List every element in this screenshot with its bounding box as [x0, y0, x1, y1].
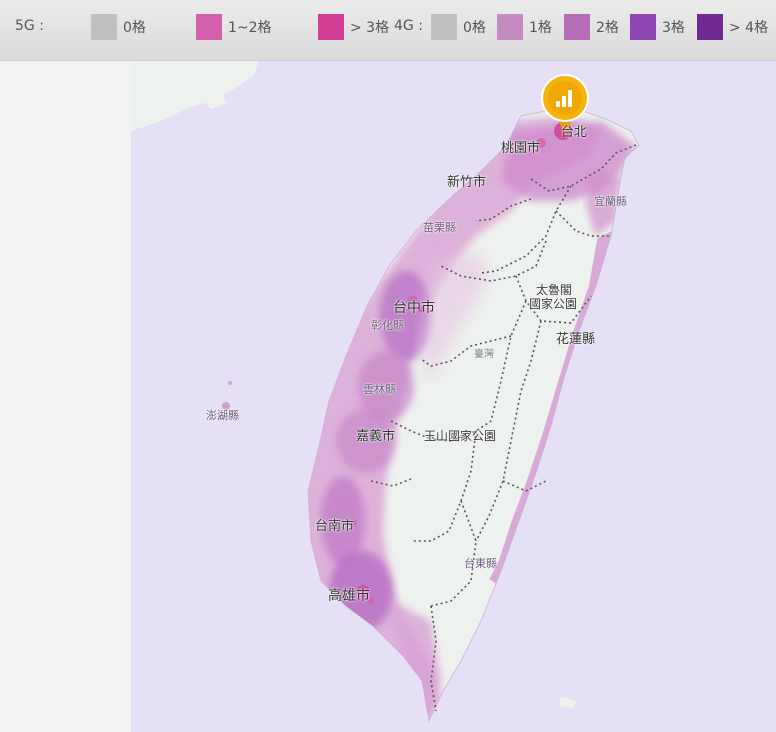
- label-chiayi: 嘉義市: [356, 429, 396, 444]
- label-yushan: 玉山國家公園: [424, 429, 497, 443]
- legend-swatch: [697, 14, 723, 40]
- legend-swatch: [431, 14, 457, 40]
- legend-4g-item-4: > 4格: [697, 13, 768, 41]
- legend-label: 1~2格: [228, 20, 272, 36]
- label-changhua: 彰化縣: [371, 319, 404, 332]
- legend-4g-item-1: 1格: [497, 13, 552, 41]
- label-taroko-park: 國家公園: [529, 297, 578, 311]
- legend-swatch: [91, 14, 117, 40]
- legend-4g-item-0: 0格: [431, 13, 486, 41]
- legend-label: 0格: [463, 20, 486, 36]
- legend-swatch: [497, 14, 523, 40]
- label-hualien: 花蓮縣: [556, 332, 596, 347]
- legend-swatch: [318, 14, 344, 40]
- legend-label: 1格: [529, 20, 552, 36]
- label-taichung: 台中市: [393, 300, 435, 316]
- map-canvas[interactable]: [131, 61, 776, 732]
- label-yilan: 宜蘭縣: [594, 195, 627, 208]
- legend-5g-item-2: > 3格: [318, 13, 389, 41]
- side-panel: [0, 61, 131, 732]
- coverage-map[interactable]: 桃園市 台北 新竹市 宜蘭縣 苗栗縣 台中市 彰化縣 太魯閣 國家公園 花蓮縣 …: [131, 61, 776, 732]
- signal-legend: 5G : 0格 1~2格 > 3格 4G : 0格 1格 2格 3格 > 4格: [0, 0, 776, 61]
- label-taiwan: 臺灣: [474, 349, 494, 360]
- legend-4g-item-2: 2格: [564, 13, 619, 41]
- legend-5g-label: 5G :: [15, 18, 44, 34]
- legend-swatch: [564, 14, 590, 40]
- label-penghu: 澎湖縣: [206, 409, 239, 422]
- legend-swatch: [196, 14, 222, 40]
- legend-4g-label: 4G :: [394, 18, 423, 34]
- legend-label: 3格: [662, 20, 685, 36]
- legend-5g-item-0: 0格: [91, 13, 146, 41]
- label-taoyuan: 桃園市: [501, 141, 541, 156]
- label-taitung: 台東縣: [464, 557, 497, 570]
- legend-swatch: [630, 14, 656, 40]
- legend-label: > 4格: [729, 20, 769, 36]
- label-tainan: 台南市: [315, 519, 355, 534]
- legend-label: 0格: [123, 20, 146, 36]
- label-yunlin: 雲林縣: [363, 383, 396, 396]
- label-kaohsiung: 高雄市: [328, 588, 370, 604]
- legend-label: 2格: [596, 20, 619, 36]
- legend-4g-item-3: 3格: [630, 13, 685, 41]
- legend-5g-item-1: 1~2格: [196, 13, 272, 41]
- label-miaoli: 苗栗縣: [423, 221, 456, 234]
- legend-label: > 3格: [350, 20, 390, 36]
- label-hsinchu: 新竹市: [447, 175, 487, 190]
- label-taipei: 台北: [561, 125, 588, 140]
